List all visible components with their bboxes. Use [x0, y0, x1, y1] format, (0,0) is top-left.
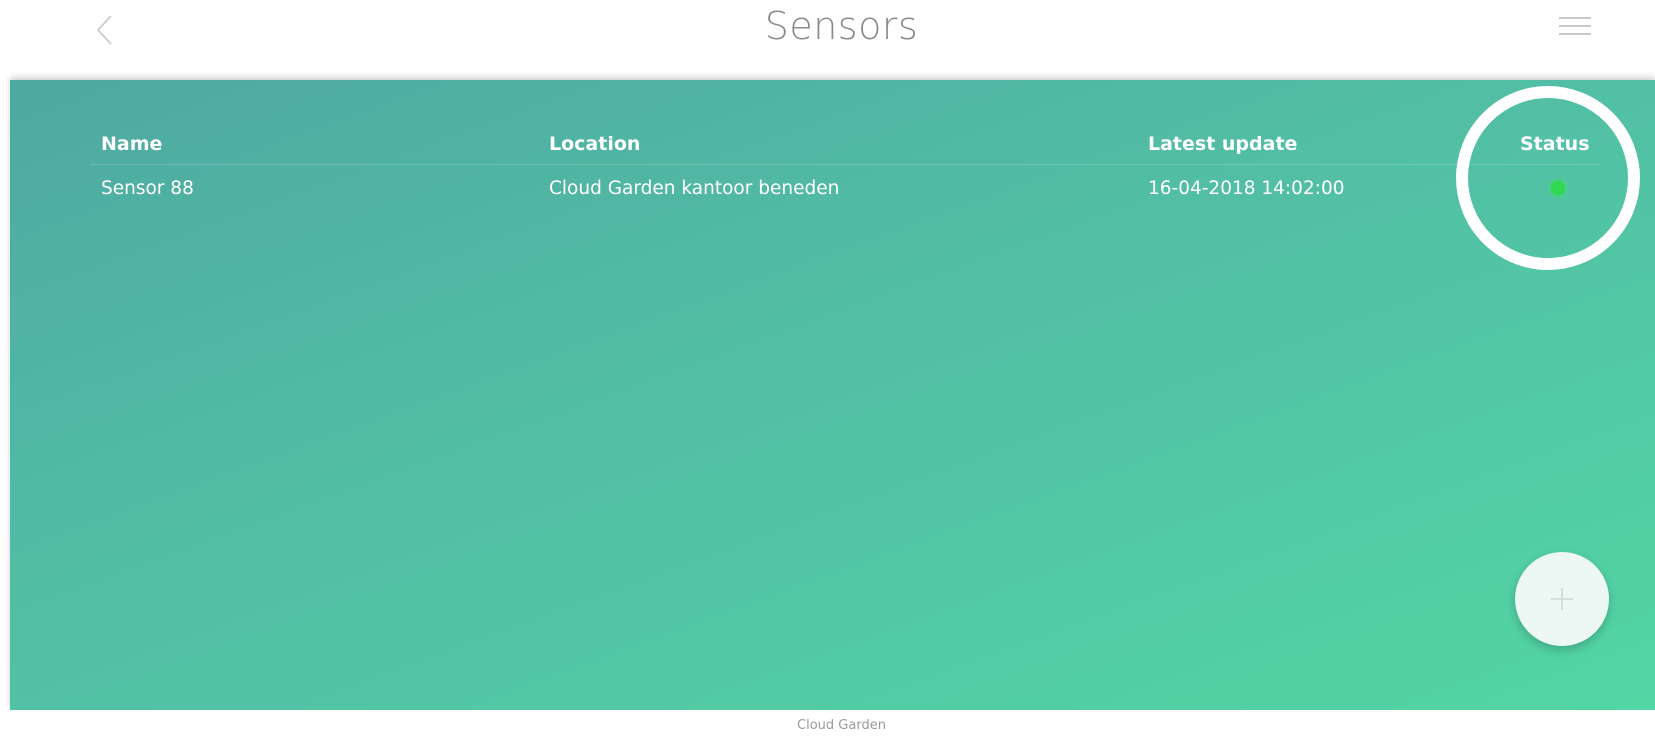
- table-row[interactable]: Sensor 88 Cloud Garden kantoor beneden 1…: [90, 165, 1600, 211]
- footer-brand: Cloud Garden: [797, 718, 886, 733]
- cell-sensor-name: Sensor 88: [101, 178, 194, 199]
- column-header-location[interactable]: Location: [549, 124, 640, 164]
- column-header-name[interactable]: Name: [101, 124, 162, 164]
- cell-sensor-location: Cloud Garden kantoor beneden: [549, 178, 840, 199]
- page-title: Sensors: [764, 4, 919, 48]
- column-header-status[interactable]: Status: [1520, 124, 1590, 164]
- sensors-table: Name Location Latest update Status Senso…: [90, 124, 1600, 211]
- sensors-panel: Name Location Latest update Status Senso…: [10, 80, 1655, 710]
- status-indicator-online: [1551, 181, 1565, 195]
- plus-icon: [1551, 588, 1573, 610]
- add-sensor-button[interactable]: [1515, 552, 1609, 646]
- column-header-latest-update[interactable]: Latest update: [1148, 124, 1297, 164]
- hamburger-menu-icon: [1559, 17, 1591, 19]
- table-header-row: Name Location Latest update Status: [90, 124, 1600, 165]
- cell-latest-update: 16-04-2018 14:02:00: [1148, 178, 1345, 199]
- menu-button[interactable]: [1559, 17, 1591, 41]
- app-header: Sensors: [0, 0, 1655, 80]
